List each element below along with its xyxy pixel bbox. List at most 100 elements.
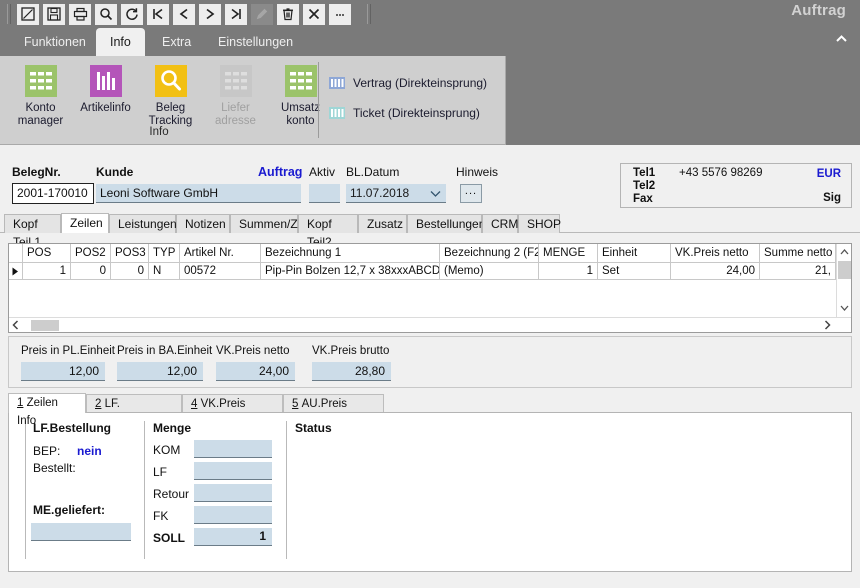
hinweis-label: Hinweis [456,165,499,179]
last-record-icon[interactable] [225,3,247,25]
cell-summe[interactable]: 21, [760,263,836,280]
soll-input[interactable]: 1 [194,528,272,546]
ribbon-button-umsatzkonto[interactable]: Umsatz konto [268,60,333,128]
ribbon-button-beleg-tracking[interactable]: Beleg Tracking [138,60,203,128]
save-icon[interactable] [43,3,65,25]
grid-col-vkpreis[interactable]: VK.Preis netto [671,244,760,263]
tab-kopf-teil-1[interactable]: Kopf Teil 1 [4,214,61,249]
cell-pos[interactable]: 1 [23,263,71,280]
cancel-icon[interactable] [303,3,325,25]
ribbon-button-artikelinfo[interactable]: Artikelinfo [73,60,138,128]
cell-menge[interactable]: 1 [539,263,598,280]
cell-bez1[interactable]: Pip-Pin Bolzen 12,7 x 38xxxABCD [261,263,440,280]
panel-divider-right [286,421,287,559]
preis-pl-einheit-input[interactable]: 12,00 [21,362,105,381]
subtab-lf-bestellung[interactable]: 2 LF. Bestellung [86,394,182,428]
cell-bez2[interactable]: (Memo) [440,263,539,280]
tab-notizen[interactable]: Notizen [176,214,230,233]
subtab-vk-preis-history[interactable]: 4 VK.Preis History [182,394,283,428]
grid-col-pos2[interactable]: POS2 [71,244,111,263]
table-row[interactable]: 1 0 0 N 00572 Pip-Pin Bolzen 12,7 x 38xx… [9,263,851,280]
ribbon-button-vertrag-direkteinsprung[interactable]: Vertrag (Direkteinsprung) [328,70,487,96]
tab-summen-zk[interactable]: Summen/ZK [230,214,306,233]
first-record-icon[interactable] [147,3,169,25]
tab-bestellungen[interactable]: Bestellungen [407,214,485,233]
tab-leistungen[interactable]: Leistungen [109,214,177,233]
cell-typ[interactable]: N [149,263,180,280]
scroll-left-icon[interactable] [12,320,19,332]
tab-zusatz[interactable]: Zusatz [358,214,407,233]
tab-zeilen[interactable]: Zeilen [61,213,109,233]
lf-bestellung-title: LF.Bestellung [33,421,112,435]
grid-col-typ[interactable]: TYP [149,244,180,263]
toolbar-divider-2 [367,4,371,24]
scroll-right-icon[interactable] [824,320,831,332]
edit-icon[interactable] [17,3,39,25]
cell-pos2[interactable]: 0 [71,263,111,280]
bldatum-label: BL.Datum [346,165,400,179]
subtab-zeilen-info[interactable]: 1 Zeilen Info [8,393,86,427]
bldatum-datepicker[interactable]: 11.07.2018 [346,184,446,203]
grid-col-bez1[interactable]: Bezeichnung 1 [261,244,440,263]
preis-ba-einheit-input[interactable]: 12,00 [117,362,203,381]
grid-hscroll-thumb[interactable] [31,320,59,331]
delete-icon[interactable] [277,3,299,25]
scroll-up-icon[interactable] [837,244,851,260]
ribbon-tab-info[interactable]: Info [96,28,145,56]
previous-record-icon[interactable] [173,3,195,25]
ribbon-button-ticket-direkteinsprung[interactable]: Ticket (Direkteinsprung) [328,100,487,126]
ribbon-button-label: Liefer [221,102,250,114]
tab-kopf-teil-2[interactable]: Kopf Teil2 [298,214,358,249]
cell-artikelnr[interactable]: 00572 [180,263,261,280]
preis-pl-einheit-label: Preis in PL.Einheit [21,345,115,357]
ribbon-button-konto-manager[interactable]: Konto manager [8,60,73,128]
bldatum-value: 11.07.2018 [350,186,410,200]
grid-col-artikelnr[interactable]: Artikel Nr. [180,244,261,263]
chevron-down-icon[interactable] [430,187,441,201]
panel-divider-middle [144,421,145,559]
ribbon-group-title: Info [149,126,169,138]
grid-col-pos3[interactable]: POS3 [111,244,149,263]
chevron-up-icon[interactable] [835,34,848,45]
search-icon[interactable] [95,3,117,25]
ribbon-tab-extra[interactable]: Extra [148,28,205,56]
ribbon-group-separator [318,62,319,138]
aktiv-input[interactable] [309,184,340,203]
grid-col-pos[interactable]: POS [23,244,71,263]
grid-col-menge[interactable]: MENGE [539,244,598,263]
print-icon[interactable] [69,3,91,25]
tab-crm[interactable]: CRM [482,214,518,233]
more-icon[interactable] [329,3,351,25]
fk-input[interactable] [194,506,272,524]
subtab-accelerator: 1 [17,397,24,409]
grid-col-summe[interactable]: Summe netto [760,244,836,263]
ribbon-tab-funktionen[interactable]: Funktionen [10,28,100,56]
tab-shop[interactable]: SHOP [518,214,561,233]
retour-input[interactable] [194,484,272,502]
hinweis-ellipsis-button[interactable]: ... [460,184,482,203]
vk-preis-brutto-input[interactable]: 28,80 [312,362,391,381]
cell-einheit[interactable]: Set [598,263,671,280]
grid-col-bez2[interactable]: Bezeichnung 2 (F2) [440,244,539,263]
scroll-down-icon[interactable] [837,300,851,316]
lf-input[interactable] [194,462,272,480]
refresh-icon[interactable] [121,3,143,25]
cell-vkpreis[interactable]: 24,00 [671,263,760,280]
me-geliefert-input[interactable] [31,523,131,541]
kom-input[interactable] [194,440,272,458]
kunde-input[interactable]: Leoni Software GmbH [96,184,301,203]
grid-col-einheit[interactable]: Einheit [598,244,671,263]
ribbon-button-label: Artikelinfo [80,102,131,114]
subtab-au-preis-history[interactable]: 5 AU.Preis History [283,394,384,428]
cell-pos3[interactable]: 0 [111,263,149,280]
toolbar-divider [7,4,11,24]
grid-vscroll-thumb[interactable] [838,261,851,279]
next-record-icon[interactable] [199,3,221,25]
grid-horizontal-scrollbar[interactable] [9,317,851,332]
ribbon-tab-einstellungen[interactable]: Einstellungen [204,28,307,56]
line-items-grid[interactable]: POS POS2 POS3 TYP Artikel Nr. Bezeichnun… [8,243,852,333]
vk-preis-netto-input[interactable]: 24,00 [216,362,295,381]
grid-header-row: POS POS2 POS3 TYP Artikel Nr. Bezeichnun… [9,244,851,263]
belegnr-input[interactable]: 2001-170010 [12,183,94,204]
ribbon-panel-info: Konto manager Artikelinfo Beleg Tracking L… [0,56,506,145]
